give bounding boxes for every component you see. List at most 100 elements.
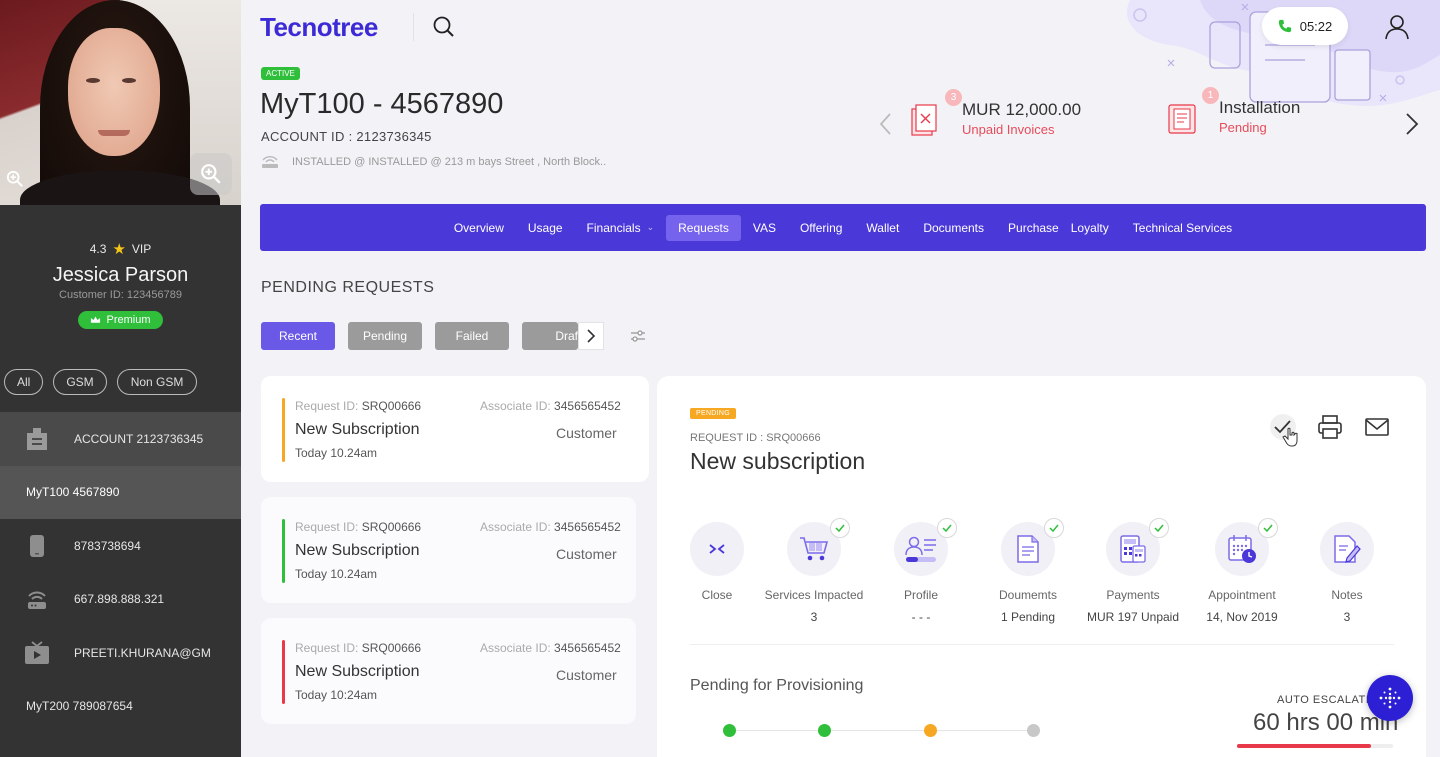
filter-settings-icon[interactable] <box>629 327 647 345</box>
associate-id: Associate ID: 3456565452 <box>480 641 621 655</box>
account-list: ACCOUNT 2123736345 MyT100 4567890 878373… <box>0 412 241 757</box>
invoice-count-badge: 3 <box>945 88 962 106</box>
step-value: 1 Pending <box>1000 610 1056 624</box>
checkmark-icon <box>1149 518 1169 538</box>
provisioning-step-dot <box>924 724 937 737</box>
step-value: 3 <box>810 610 818 624</box>
account-list-item[interactable]: MyT200 789087654 <box>0 680 241 734</box>
tab-financials[interactable]: Financials ⌄ <box>575 215 667 241</box>
router-icon <box>262 156 278 168</box>
installation-summary[interactable]: 1 Installation Pending <box>1167 86 1300 135</box>
summary-next-button[interactable] <box>1403 112 1421 136</box>
unpaid-amount: MUR 12,000.00 <box>962 100 1082 119</box>
step-label: Profile <box>903 588 938 602</box>
header-divider <box>413 13 414 41</box>
account-tabs: Overview Usage Financials ⌄ Requests VAS… <box>260 204 1426 251</box>
step-documents[interactable]: Doumemts 1 Pending <box>968 518 1088 624</box>
filter-gsm[interactable]: GSM <box>53 369 107 395</box>
tab-purchase[interactable]: Purchase <box>996 215 1065 241</box>
request-id: Request ID: SRQ00666 <box>295 520 422 534</box>
step-services-impacted[interactable]: Services Impacted 3 <box>754 518 874 624</box>
mobile-icon <box>24 533 50 559</box>
account-list-item[interactable]: PREETI.KHURANA@GM <box>0 626 241 680</box>
account-list-item[interactable]: ACCOUNT 2123736345 <box>0 412 241 466</box>
installation-address: INSTALLED @ INSTALLED @ 213 m bays Stree… <box>260 155 606 169</box>
customer-rating: 4.3 ★ VIP <box>0 240 241 258</box>
zoom-photo-button[interactable] <box>190 153 232 195</box>
premium-label: Premium <box>106 314 151 326</box>
filter-all[interactable]: All <box>4 369 44 395</box>
customer-profile: 4.3 ★ VIP Jessica Parson Customer ID: 12… <box>0 240 241 330</box>
account-list-item[interactable]: 667.898.888.321 <box>0 573 241 627</box>
request-origin: Customer <box>556 667 617 683</box>
step-notes[interactable]: Notes 3 <box>1287 522 1407 624</box>
request-card[interactable]: Request ID: SRQ00666 Associate ID: 34565… <box>261 376 649 482</box>
filter-failed[interactable]: Failed <box>435 322 509 350</box>
request-card[interactable]: Request ID: SRQ00666 Associate ID: 34565… <box>261 618 636 724</box>
account-list-label: PREETI.KHURANA@GM <box>74 645 211 660</box>
associate-id: Associate ID: 3456565452 <box>480 399 621 413</box>
installation-icon: 1 <box>1167 86 1219 135</box>
chevron-right-icon <box>587 329 596 343</box>
tab-offering[interactable]: Offering <box>788 215 854 241</box>
installation-address-text: INSTALLED @ INSTALLED @ 213 m bays Stree… <box>292 156 607 168</box>
tab-vas[interactable]: VAS <box>741 215 788 241</box>
quick-actions-button[interactable] <box>1367 675 1413 721</box>
print-icon[interactable] <box>1317 414 1343 440</box>
tab-documents[interactable]: Documents <box>911 215 996 241</box>
document-icon <box>1001 518 1064 576</box>
request-id: Request ID: SRQ00666 <box>295 641 422 655</box>
call-timer[interactable]: 05:22 <box>1262 7 1348 45</box>
request-time: Today 10.24am <box>295 567 378 581</box>
unpaid-label: Unpaid Invoices <box>962 122 1055 137</box>
search-icon[interactable] <box>432 15 456 39</box>
account-list-item[interactable]: 8783738694 <box>0 519 241 573</box>
tecnotree-logo[interactable]: Tecnotree <box>260 12 378 43</box>
checkmark-icon <box>1044 518 1064 538</box>
tab-usage[interactable]: Usage <box>516 215 575 241</box>
installation-count-badge: 1 <box>1202 86 1219 104</box>
invoice-icon: 3 <box>910 88 962 137</box>
rating-value: 4.3 <box>89 242 107 256</box>
tab-loyalty[interactable]: Loyalty <box>1065 215 1121 241</box>
email-icon[interactable] <box>1364 414 1390 440</box>
request-type: New Subscription <box>295 663 420 680</box>
request-card[interactable]: Request ID: SRQ00666 Associate ID: 34565… <box>261 497 636 603</box>
step-profile[interactable]: Profile - - - <box>861 518 981 624</box>
account-list-item[interactable]: MyT100 4567890 <box>0 465 241 519</box>
section-divider <box>690 644 1394 645</box>
cart-icon <box>787 518 850 576</box>
tab-requests[interactable]: Requests <box>666 214 741 241</box>
filter-non-gsm[interactable]: Non GSM <box>116 369 198 395</box>
filter-pending[interactable]: Pending <box>348 322 422 350</box>
request-origin: Customer <box>556 425 617 441</box>
approve-icon[interactable] <box>1269 414 1298 447</box>
tab-overview[interactable]: Overview <box>442 215 516 241</box>
associate-id: Associate ID: 3456565452 <box>480 520 621 534</box>
summary-prev-button[interactable] <box>878 112 894 136</box>
phone-icon <box>1278 19 1291 33</box>
status-bar <box>282 398 285 462</box>
step-payments[interactable]: Payments MUR 197 Unpaid <box>1073 518 1193 624</box>
account-list-item[interactable] <box>0 733 241 757</box>
tab-wallet[interactable]: Wallet <box>854 215 911 241</box>
unpaid-invoices-summary[interactable]: 3 MUR 12,000.00 Unpaid Invoices <box>910 88 1082 137</box>
customer-photo <box>0 0 241 205</box>
tab-technical-services[interactable]: Technical Services <box>1121 215 1244 241</box>
user-icon[interactable] <box>1384 14 1410 40</box>
step-appointment[interactable]: Appointment 14, Nov 2019 <box>1182 518 1302 624</box>
filter-scroll-next[interactable] <box>578 322 604 350</box>
status-bar <box>282 519 285 583</box>
zoom-in-icon[interactable] <box>6 170 28 192</box>
account-list-label: 667.898.888.321 <box>74 592 165 607</box>
request-time: Today 10.24am <box>295 446 378 460</box>
filter-recent[interactable]: Recent <box>261 322 335 350</box>
customer-tier: VIP <box>131 242 152 256</box>
account-status-badge: ACTIVE <box>261 67 300 80</box>
step-label: Doumemts <box>998 588 1057 602</box>
filter-draft[interactable]: Draf <box>522 322 578 350</box>
notes-icon <box>1320 522 1374 576</box>
pending-requests-title: PENDING REQUESTS <box>261 279 435 296</box>
step-value: - - - <box>911 610 931 624</box>
provisioning-track <box>729 730 1039 731</box>
